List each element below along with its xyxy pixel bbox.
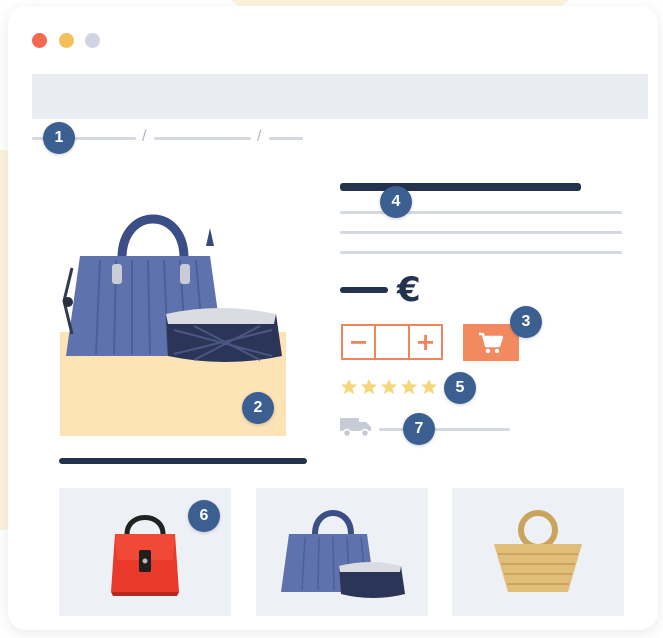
product-image-handbag-clutch[interactable] [60, 206, 286, 371]
callout-badge-related: 6 [188, 500, 220, 532]
shopping-cart-icon [479, 332, 504, 353]
quantity-decrease-button[interactable]: − [343, 326, 374, 358]
star-icon [340, 378, 358, 395]
star-icon [360, 378, 378, 395]
price-value [340, 287, 388, 293]
callout-badge-title: 4 [380, 186, 412, 218]
delivery-info [379, 428, 510, 431]
quantity-input[interactable] [374, 326, 410, 358]
callout-badge-breadcrumb: 1 [43, 122, 75, 154]
star-icon [380, 378, 398, 395]
quantity-stepper: − + [341, 324, 443, 360]
currency-symbol: € [397, 270, 421, 310]
star-icon [400, 378, 418, 395]
related-product-image-straw-bag [494, 510, 582, 592]
callout-badge-cart: 3 [510, 306, 542, 338]
related-product-image-blue-bag-set [281, 510, 405, 598]
window-close-button[interactable] [32, 33, 47, 48]
callout-badge-image: 2 [242, 392, 274, 424]
related-product-card[interactable] [256, 488, 428, 616]
add-to-cart-button[interactable] [463, 324, 519, 361]
related-products-heading [59, 458, 307, 464]
rating-stars[interactable] [340, 378, 438, 396]
related-product-card[interactable] [452, 488, 624, 616]
delivery-truck-icon [340, 418, 371, 438]
browser-window: / / € − + 1 2 3 4 5 6 7 [8, 6, 658, 630]
description-line [340, 251, 622, 254]
window-zoom-button[interactable] [85, 33, 100, 48]
window-minimize-button[interactable] [59, 33, 74, 48]
breadcrumb-separator: / [257, 128, 262, 145]
quantity-increase-button[interactable]: + [410, 326, 441, 358]
breadcrumb-separator: / [142, 128, 147, 145]
related-product-image-red-bag [111, 515, 179, 596]
callout-badge-rating: 5 [444, 372, 476, 404]
callout-badge-delivery: 7 [403, 413, 435, 445]
description-line [340, 231, 622, 234]
address-bar[interactable] [32, 74, 648, 119]
breadcrumb-item-category[interactable] [154, 137, 251, 140]
star-icon [420, 378, 438, 395]
product-title [340, 183, 581, 191]
breadcrumb-item-current [269, 137, 303, 140]
